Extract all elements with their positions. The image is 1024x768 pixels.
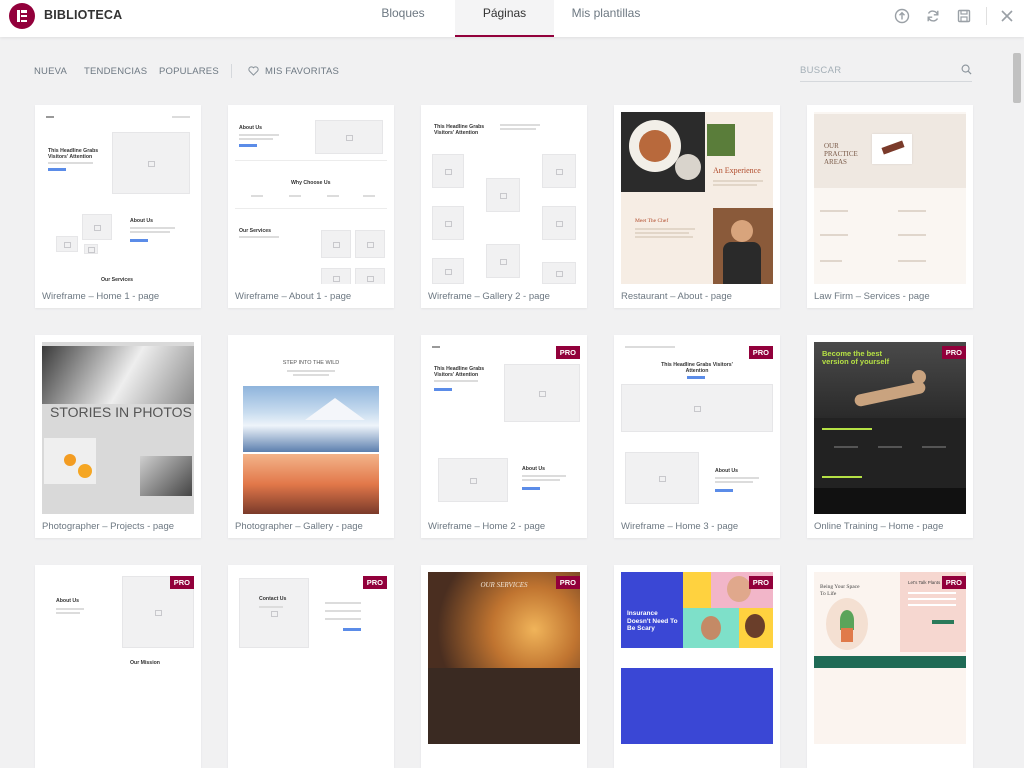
template-thumbnail: Being Your Space To Life Let's Talk Plan… xyxy=(814,572,966,744)
pro-badge: PRO xyxy=(362,576,387,589)
template-thumbnail: OUR SERVICES xyxy=(428,572,580,744)
template-card-row3-3[interactable]: PRO OUR SERVICES xyxy=(421,565,587,768)
thumb-an-experience: An Experience xyxy=(713,166,761,175)
template-thumbnail: STORIES IN PHOTOS xyxy=(42,342,194,514)
template-card-law-firm-services[interactable]: OUR PRACTICE AREAS Law Firm – Services -… xyxy=(807,105,973,308)
template-title: Online Training – Home - page xyxy=(814,521,944,532)
elementor-logo-icon xyxy=(9,3,35,29)
thumb-about-us: About Us xyxy=(56,598,80,604)
close-icon[interactable] xyxy=(999,8,1015,24)
filter-populares[interactable]: POPULARES xyxy=(159,66,219,77)
thumb-headline: This Headline Grabs Visitors' Attention xyxy=(661,362,733,374)
thumb-our-services: Our Services xyxy=(239,228,272,234)
library-header: BIBLIOTECA Bloques Páginas Mis plantilla… xyxy=(0,0,1024,37)
thumb-being-your-space: Being Your Space To Life xyxy=(820,584,860,597)
thumb-lets-talk: Let's Talk Plants xyxy=(908,580,941,585)
pro-badge: PRO xyxy=(169,576,194,589)
template-thumbnail: About Us Why Choose Us Our Services xyxy=(235,112,387,284)
template-thumbnail: STEP INTO THE WILD xyxy=(235,342,387,514)
save-icon[interactable] xyxy=(956,8,972,24)
template-thumbnail: About Us Our Mission xyxy=(42,572,194,744)
thumb-why-choose-us: Why Choose Us xyxy=(291,180,331,186)
pro-badge: PRO xyxy=(748,576,773,589)
header-divider xyxy=(986,7,987,25)
tab-bloques[interactable]: Bloques xyxy=(360,0,446,37)
thumb-our-services: Our Services xyxy=(101,277,134,283)
template-card-row3-2[interactable]: PRO Contact Us xyxy=(228,565,394,768)
template-thumbnail: Insurance Doesn't Need To Be Scary xyxy=(621,572,773,744)
search-box xyxy=(800,61,972,82)
template-card-wireframe-home-2[interactable]: PRO This Headline Grabs Visitors' Attent… xyxy=(421,335,587,538)
heart-icon[interactable] xyxy=(248,66,259,76)
tab-mis-plantillas[interactable]: Mis plantillas xyxy=(560,0,652,37)
thumb-insurance: Insurance Doesn't Need To Be Scary xyxy=(627,610,678,632)
template-card-photographer-gallery[interactable]: STEP INTO THE WILD Photographer – Galler… xyxy=(228,335,394,538)
thumb-become-the-best: Become the best version of yourself xyxy=(822,349,890,366)
template-card-row3-4[interactable]: PRO Insurance Doesn't Need To Be Scary xyxy=(614,565,780,768)
template-card-wireframe-home-3[interactable]: PRO This Headline Grabs Visitors' Attent… xyxy=(614,335,780,538)
pro-badge: PRO xyxy=(555,576,580,589)
template-thumbnail: This Headline Grabs Visitors' Attention xyxy=(428,112,580,284)
template-title: Wireframe – Home 2 - page xyxy=(428,521,546,532)
template-title: Wireframe – Home 1 - page xyxy=(42,291,160,302)
template-card-online-training-home[interactable]: PRO Become the best version of yourself … xyxy=(807,335,973,538)
template-card-photographer-projects[interactable]: STORIES IN PHOTOS Photographer – Project… xyxy=(35,335,201,538)
template-thumbnail: OUR PRACTICE AREAS xyxy=(814,112,966,284)
thumb-about-us: About Us xyxy=(522,466,546,472)
template-thumbnail: This Headline Grabs Visitors' Attention … xyxy=(428,342,580,514)
template-title: Wireframe – Gallery 2 - page xyxy=(428,291,550,302)
template-thumbnail: This Headline Grabs Visitors' Attention … xyxy=(42,112,194,284)
filter-divider xyxy=(231,64,232,78)
filter-tendencias[interactable]: TENDENCIAS xyxy=(84,66,147,77)
filter-nueva[interactable]: NUEVA xyxy=(34,66,67,77)
thumb-headline: This Headline Grabs Visitors' Attention xyxy=(434,124,485,136)
template-card-wireframe-home-1[interactable]: This Headline Grabs Visitors' Attention … xyxy=(35,105,201,308)
template-card-row3-5[interactable]: PRO Being Your Space To Life Let's Talk … xyxy=(807,565,973,768)
filter-mis-favoritas[interactable]: MIS FAVORITAS xyxy=(265,66,339,77)
template-thumbnail: Contact Us xyxy=(235,572,387,744)
search-icon[interactable] xyxy=(961,64,972,75)
scrollbar-thumb[interactable] xyxy=(1013,53,1021,103)
upload-icon[interactable] xyxy=(894,8,910,24)
search-input[interactable] xyxy=(800,63,950,77)
thumb-headline: This Headline Grabs Visitors' Attention xyxy=(48,148,99,160)
template-card-wireframe-about-1[interactable]: About Us Why Choose Us Our Services Wire… xyxy=(228,105,394,308)
thumb-about-us: About Us xyxy=(239,125,263,131)
thumb-our-mission: Our Mission xyxy=(130,660,160,666)
thumb-headline: This Headline Grabs Visitors' Attention xyxy=(434,366,485,378)
library-title: BIBLIOTECA xyxy=(44,8,123,22)
thumb-about-us: About Us xyxy=(715,468,739,474)
template-thumbnail: Become the best version of yourself xyxy=(814,342,966,514)
thumb-step-into-the-wild: STEP INTO THE WILD xyxy=(282,360,340,366)
pro-badge: PRO xyxy=(748,346,773,359)
scrollbar[interactable] xyxy=(1010,37,1024,666)
pro-badge: PRO xyxy=(555,346,580,359)
thumb-meet-the-chef: Meet The Chef xyxy=(635,218,669,224)
thumb-about-us: About Us xyxy=(130,218,154,224)
template-thumbnail: This Headline Grabs Visitors' Attention … xyxy=(621,342,773,514)
template-title: Photographer – Projects - page xyxy=(42,521,175,532)
sync-icon[interactable] xyxy=(925,8,941,24)
template-title: Wireframe – About 1 - page xyxy=(235,291,352,302)
filter-bar: NUEVA TENDENCIAS POPULARES MIS FAVORITAS xyxy=(0,37,1010,97)
thumb-our-practice-areas: OUR PRACTICE AREAS xyxy=(824,142,858,166)
thumb-stories-in-photos: STORIES IN PHOTOS xyxy=(50,404,192,420)
template-title: Restaurant – About - page xyxy=(621,291,732,302)
template-card-wireframe-gallery-2[interactable]: This Headline Grabs Visitors' Attention … xyxy=(421,105,587,308)
pro-badge: PRO xyxy=(941,346,966,359)
template-title: Law Firm – Services - page xyxy=(814,291,930,302)
template-thumbnail: An Experience Meet The Chef xyxy=(621,112,773,284)
thumb-contact-us: Contact Us xyxy=(259,596,287,602)
pro-badge: PRO xyxy=(941,576,966,589)
template-card-row3-1[interactable]: PRO About Us Our Mission xyxy=(35,565,201,768)
template-title: Photographer – Gallery - page xyxy=(235,521,363,532)
template-title: Wireframe – Home 3 - page xyxy=(621,521,739,532)
template-card-restaurant-about[interactable]: An Experience Meet The Chef Restaurant –… xyxy=(614,105,780,308)
tab-paginas[interactable]: Páginas xyxy=(455,0,554,37)
